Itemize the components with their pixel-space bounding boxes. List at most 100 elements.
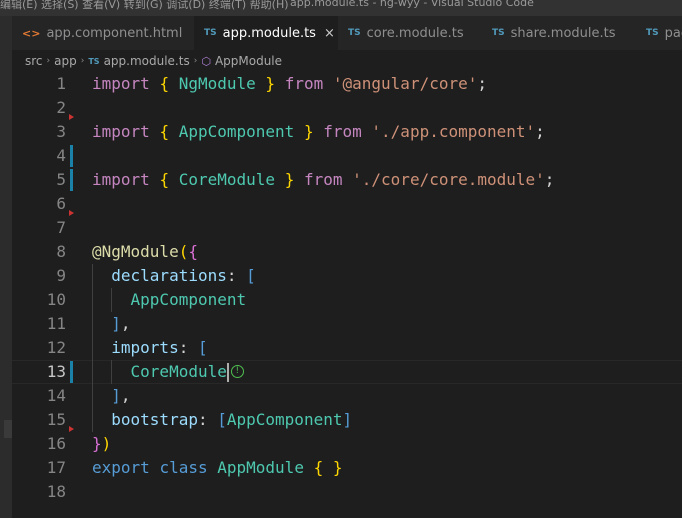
breadcrumb-symbol[interactable]: AppModule — [215, 54, 282, 68]
code-token: { — [159, 74, 170, 93]
code-token: { — [159, 122, 170, 141]
code-line[interactable]: 10 AppComponent — [12, 288, 682, 312]
typescript-file-icon: TS — [492, 28, 505, 38]
menu-bar[interactable]: 编辑(E) 选择(S) 查看(V) 转到(G) 调试(D) 终端(T) 帮助(H… — [0, 0, 289, 12]
git-deleted-marker[interactable] — [69, 210, 74, 216]
code-line[interactable]: 5 import { CoreModule } from './core/core… — [12, 168, 682, 192]
code-token: import — [92, 74, 150, 93]
line-number: 3 — [56, 122, 66, 141]
code-text: ], — [92, 384, 131, 408]
line-number: 2 — [56, 98, 66, 117]
code-line[interactable]: 8 @NgModule({ — [12, 240, 682, 264]
code-token: ; — [544, 170, 555, 189]
code-token: : — [197, 410, 218, 429]
code-token: './app.component' — [371, 122, 536, 141]
git-deleted-marker[interactable] — [69, 426, 74, 432]
code-text: AppComponent — [92, 288, 247, 312]
code-line[interactable]: 14 ], — [12, 384, 682, 408]
code-text: @NgModule({ — [92, 240, 198, 264]
editor-tabs: <> app.component.html TS app.module.ts ×… — [12, 16, 682, 50]
code-token: AppModule — [217, 458, 304, 477]
close-icon[interactable]: × — [324, 26, 335, 41]
code-token: ) — [101, 434, 112, 453]
breadcrumb-app[interactable]: app — [54, 54, 77, 68]
code-token: CoreModule — [178, 170, 276, 189]
code-token: from — [323, 122, 362, 141]
code-line[interactable]: 16}) — [12, 432, 682, 456]
code-token: } — [303, 122, 314, 141]
code-token: , — [120, 386, 131, 405]
tab-label: pag — [664, 25, 682, 41]
code-token: } — [284, 170, 295, 189]
code-line[interactable]: 3 import { AppComponent } from './app.com… — [12, 120, 682, 144]
code-line[interactable]: 1 import { NgModule } from '@angular/core… — [12, 72, 682, 96]
code-token: : — [226, 266, 247, 285]
code-line[interactable]: 17 export class AppModule { } — [12, 456, 682, 480]
breadcrumb-src[interactable]: src — [25, 54, 43, 68]
line-number: 8 — [56, 242, 66, 261]
line-number: 11 — [46, 314, 66, 333]
git-modified-marker[interactable] — [70, 145, 73, 167]
html-file-icon: <> — [22, 26, 41, 40]
code-token: } — [92, 434, 102, 453]
tab-app-component-html[interactable]: <> app.component.html — [12, 16, 194, 50]
line-number: 5 — [56, 170, 66, 189]
code-line[interactable]: 9 declarations: [ — [12, 264, 682, 288]
code-line[interactable]: 6 — [12, 192, 682, 216]
line-number: 9 — [56, 266, 66, 285]
code-line[interactable]: 7 — [12, 216, 682, 240]
code-token: ( — [178, 242, 189, 261]
code-token: } — [265, 74, 276, 93]
activity-bar — [0, 16, 12, 518]
line-number: 6 — [56, 194, 66, 213]
tab-app-module-ts[interactable]: TS app.module.ts × — [194, 16, 338, 50]
code-token: ] — [111, 386, 121, 405]
code-line[interactable]: 12 imports: [ — [12, 336, 682, 360]
line-number: 16 — [46, 434, 66, 453]
typescript-file-icon: TS — [646, 28, 659, 38]
code-token: from — [284, 74, 324, 93]
git-deleted-marker[interactable] — [69, 114, 74, 120]
line-number: 4 — [56, 146, 66, 165]
code-token: { — [188, 242, 198, 261]
window-title: app.module.ts - ng-wyy - Visual Studio C… — [290, 0, 534, 9]
line-number: 14 — [46, 386, 66, 405]
tab-pag[interactable]: TS pag — [636, 16, 682, 50]
breadcrumb-file[interactable]: app.module.ts — [104, 54, 190, 68]
code-text: export class AppModule { } — [92, 456, 343, 480]
lightbulb-icon[interactable]: ! — [230, 365, 244, 378]
code-line[interactable]: 4 — [12, 144, 682, 168]
code-text: CoreModule — [92, 360, 227, 384]
code-editor[interactable]: 1 import { NgModule } from '@angular/core… — [12, 72, 682, 518]
code-line[interactable]: 11 ], — [12, 312, 682, 336]
code-token: NgModule — [178, 74, 256, 93]
git-modified-marker[interactable] — [70, 361, 73, 383]
typescript-file-icon: TS — [88, 56, 100, 66]
git-modified-marker[interactable] — [70, 169, 73, 191]
class-symbol-icon: ⬡ — [201, 54, 211, 68]
typescript-file-icon: TS — [204, 28, 217, 38]
code-line[interactable]: 2 — [12, 96, 682, 120]
code-token: declarations — [111, 266, 227, 285]
code-token: bootstrap — [111, 410, 198, 429]
tab-core-module-ts[interactable]: TS core.module.ts — [338, 16, 480, 50]
code-line[interactable]: 15 bootstrap: [AppComponent] — [12, 408, 682, 432]
code-token: '@angular/core' — [332, 74, 478, 93]
code-line[interactable]: 13 CoreModule — [12, 360, 682, 384]
tab-label: share.module.ts — [510, 25, 616, 41]
code-token: [ — [246, 266, 256, 285]
code-line[interactable]: 18 — [12, 480, 682, 504]
code-token: ; — [477, 74, 488, 93]
tab-share-module-ts[interactable]: TS share.module.ts — [482, 16, 632, 50]
